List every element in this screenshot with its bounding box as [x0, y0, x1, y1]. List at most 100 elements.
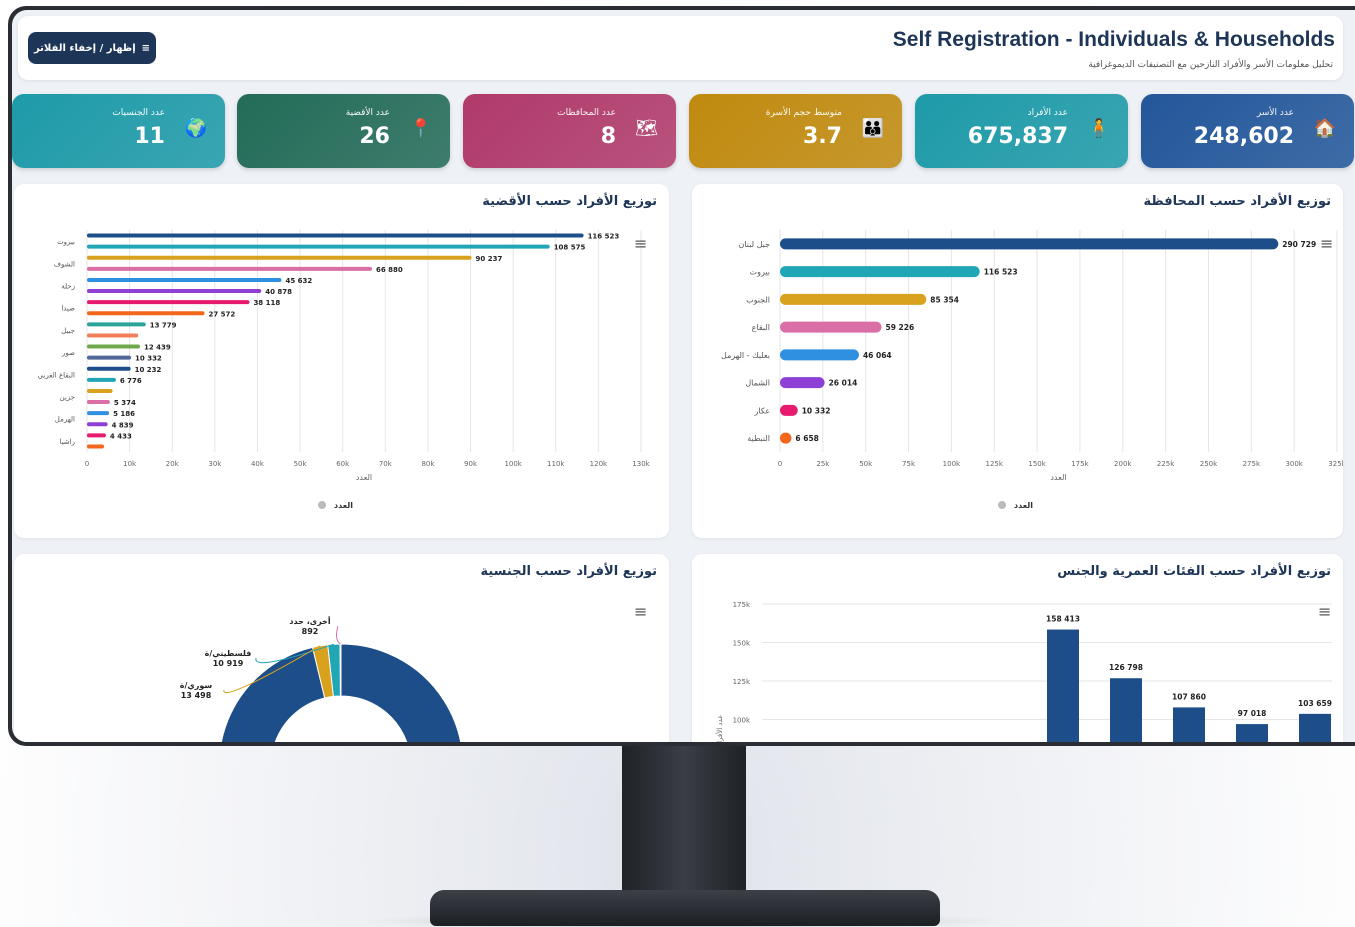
kpi-card-households: عدد الأسر 248,602 🏠 — [1141, 94, 1354, 168]
globe-icon: 🌍 — [184, 118, 207, 139]
bar — [87, 411, 110, 416]
age-chart-panel: توزيع الأفراد حسب الفئات العمرية والجنس … — [692, 554, 1343, 742]
bar — [780, 266, 980, 278]
y-tick-label: 150k — [733, 640, 751, 648]
y-category-label: النبطية — [747, 434, 770, 443]
bar — [87, 355, 132, 360]
bar-value-label: 10 332 — [135, 355, 162, 363]
page-title: Self Registration - Individuals & Househ… — [892, 28, 1335, 51]
bar-value-label: 38 118 — [253, 299, 280, 307]
y-category-label: زحلة — [61, 283, 75, 291]
page-subtitle: تحليل معلومات الأسر والأفراد النازحين مع… — [1088, 60, 1333, 70]
kpi-label: عدد المحافظات — [557, 108, 616, 118]
x-tick-label: 110k — [547, 460, 565, 468]
district-chart-panel: توزيع الأفراد حسب الأقضية ≡ 0 10k 20k 30k 40… — [14, 184, 669, 538]
bar-value-label: 290 729 — [1282, 240, 1316, 249]
bar-value-label: 85 354 — [930, 295, 959, 304]
y-tick-label: 125k — [733, 678, 751, 686]
slice-value-label: 892 — [302, 627, 319, 636]
bar-value-label: 116 523 — [984, 268, 1018, 277]
kpi-value: 11 — [134, 124, 165, 149]
y-category-label: الجنوب — [746, 295, 770, 304]
x-tick-label: 325k — [1328, 460, 1343, 468]
bar-value-label: 97 018 — [1238, 709, 1267, 718]
kpi-value: 8 — [600, 124, 616, 149]
bar-value-label: 116 523 — [588, 233, 620, 241]
district-bar-chart: 0 10k 20k 30k 40k 50k 60k 70k 80k 90k 100k 110k 120k… — [38, 230, 651, 510]
x-tick-label: 50k — [294, 460, 308, 468]
kpi-label: عدد الأقضية — [345, 108, 390, 118]
y-category-label: صيدا — [61, 305, 75, 313]
y-category-label: صور — [61, 349, 75, 357]
bar — [1173, 707, 1205, 742]
bar-value-label: 27 572 — [208, 310, 235, 318]
bar — [87, 300, 250, 305]
x-tick-label: 10k — [123, 460, 137, 468]
bar — [87, 433, 106, 438]
x-tick-label: 125k — [986, 460, 1004, 468]
legend-label: العدد — [334, 501, 353, 510]
dashboard-screen: ≡ إظهار / إخفاء الفلاتر Self Registratio… — [12, 10, 1355, 742]
kpi-label: عدد الأسر — [1256, 108, 1294, 118]
kpi-card-household-size: متوسط حجم الأسرة 3.7 👪 — [689, 94, 902, 168]
nationality-chart-panel: توزيع الأفراد حسب الجنسية ≡ أخرى، حدد 892… — [14, 554, 669, 742]
slice-label: أخرى، حدد — [289, 616, 330, 626]
x-axis-label: العدد — [1050, 473, 1066, 482]
x-tick-label: 100k — [504, 460, 522, 468]
chart-menu-icon[interactable]: ≡ — [1318, 604, 1331, 620]
bar — [87, 233, 584, 238]
bar-value-label: 4 433 — [110, 432, 132, 440]
y-tick-label: 175k — [733, 601, 751, 609]
bar-value-label: 158 413 — [1046, 615, 1080, 624]
bar — [87, 444, 105, 449]
chart-menu-icon[interactable]: ≡ — [1320, 236, 1333, 252]
x-tick-label: 120k — [590, 460, 608, 468]
y-category-label: عكار — [754, 406, 771, 415]
bar-value-label: 5 374 — [114, 399, 136, 407]
bar — [780, 349, 859, 361]
monitor-stand-base — [430, 890, 940, 926]
x-tick-label: 50k — [859, 460, 873, 468]
chart-menu-icon[interactable]: ≡ — [634, 604, 647, 620]
family-icon: 👪 — [861, 118, 884, 139]
home-icon: 🏠 — [1313, 118, 1336, 139]
y-category-label: بعلبك - الهرمل — [721, 351, 770, 360]
x-tick-label: 275k — [1243, 460, 1261, 468]
x-tick-label: 80k — [421, 460, 435, 468]
bar — [87, 277, 282, 282]
leader-line — [335, 625, 341, 645]
bar — [780, 432, 792, 444]
y-category-label: بيروت — [57, 238, 75, 246]
bar — [1299, 713, 1331, 742]
bar — [780, 293, 927, 305]
toggle-filters-button[interactable]: ≡ إظهار / إخفاء الفلاتر — [28, 32, 156, 64]
bar-value-label: 59 226 — [886, 323, 915, 332]
y-category-label: الشمال — [745, 379, 770, 388]
slice-value-label: 10 919 — [213, 659, 244, 668]
x-tick-label: 0 — [778, 460, 782, 468]
bar — [87, 344, 141, 349]
bar — [780, 321, 882, 333]
y-category-label: الهرمل — [55, 416, 75, 424]
age-chart-title: توزيع الأفراد حسب الفئات العمرية والجنس — [1057, 564, 1331, 579]
x-tick-label: 250k — [1200, 460, 1218, 468]
bar — [780, 404, 798, 416]
district-chart-title: توزيع الأفراد حسب الأقضية — [482, 194, 657, 209]
bar-value-label: 5 186 — [113, 410, 135, 418]
monitor-frame: ≡ إظهار / إخفاء الفلاتر Self Registratio… — [8, 6, 1355, 746]
x-tick-label: 200k — [1114, 460, 1132, 468]
bar-value-label: 4 839 — [112, 421, 134, 429]
map-icon: 🗺 — [635, 118, 658, 139]
chart-menu-icon[interactable]: ≡ — [634, 236, 647, 252]
bar — [87, 255, 472, 260]
bar — [87, 400, 110, 405]
bar-value-label: 40 878 — [265, 288, 292, 296]
bar — [87, 311, 205, 316]
kpi-card-governorates: عدد المحافظات 8 🗺 — [463, 94, 676, 168]
legend-marker — [998, 501, 1006, 509]
x-tick-label: 30k — [208, 460, 222, 468]
y-axis-label: عدد الأفراد — [715, 715, 724, 742]
x-tick-label: 25k — [816, 460, 830, 468]
y-category-label: الشوف — [54, 260, 75, 268]
dashboard-header: ≡ إظهار / إخفاء الفلاتر Self Registratio… — [18, 16, 1343, 80]
